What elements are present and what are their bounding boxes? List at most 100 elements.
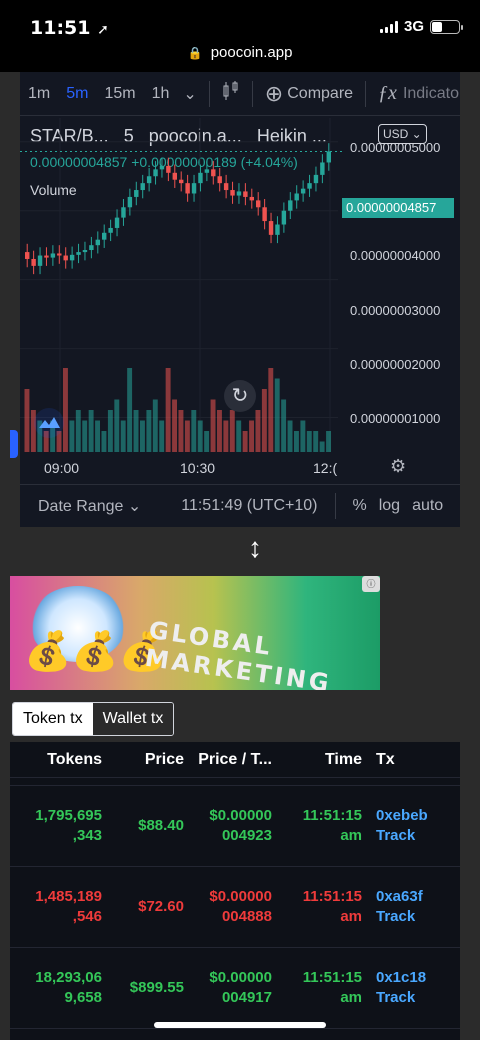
header-price-per-token[interactable]: Price / T... — [184, 751, 272, 769]
side-panel-handle[interactable] — [10, 430, 18, 458]
pt-line-1: $0.00000 — [209, 969, 272, 986]
tradingview-logo-icon[interactable] — [34, 408, 64, 438]
candle-body — [211, 169, 216, 177]
header-time[interactable]: Time — [272, 751, 362, 769]
url-text: poocoin.app — [210, 44, 293, 61]
candle-body — [179, 179, 184, 184]
volume-bar — [88, 410, 94, 452]
time-line-2: am — [340, 827, 362, 844]
candle-body — [108, 227, 113, 233]
gear-icon[interactable]: ⚙ — [390, 456, 406, 477]
tx-hash-link[interactable]: 0xa63f — [376, 887, 452, 907]
candle-body — [288, 200, 293, 211]
tx-hash-link[interactable]: 0xebeb — [376, 806, 452, 826]
chart-bottom-bar: Date Range ⌄ 11:51:49 (UTC+10) % log aut… — [20, 484, 460, 527]
ad-info-icon[interactable]: ⓘ — [362, 576, 380, 592]
time-cell: 11:51:15 am — [272, 968, 362, 1008]
y-tick-label: 0.00000005000 — [350, 140, 441, 155]
page: 1m 5m 15m 1h ⌄ ⊕ Compare ƒx Indicato STA… — [0, 72, 480, 1040]
pt-line-2: 004888 — [221, 908, 272, 925]
candle-body — [44, 255, 49, 258]
volume-bar — [159, 420, 165, 452]
candle-body — [300, 188, 306, 194]
volume-bar — [133, 410, 139, 452]
network-type: 3G — [403, 18, 424, 35]
y-tick-label: 0.00000003000 — [350, 303, 441, 318]
bottom-divider — [335, 493, 337, 519]
candle-body — [76, 252, 81, 255]
time-line-2: am — [340, 989, 362, 1006]
tab-token-tx[interactable]: Token tx — [13, 703, 93, 735]
candle-body — [146, 176, 152, 184]
x-tick-label: 09:00 — [44, 460, 80, 476]
volume-bar — [152, 399, 158, 452]
signal-icon — [379, 20, 398, 33]
volume-bar — [75, 410, 81, 452]
tokens-cell: 1,485,189 ,546 — [10, 887, 102, 927]
banner-logo-text: GLOBAL MARKETING — [143, 615, 334, 690]
table-row: 18,293,06 9,658 $899.55 $0.00000 004917 11… — [10, 948, 460, 1029]
currency-label: USD — [383, 127, 409, 141]
candle-body — [57, 253, 62, 256]
tx-hash-link[interactable]: 0x1c18 — [376, 968, 452, 988]
track-link[interactable]: Track — [376, 988, 452, 1008]
tokens-line-1: 1,485,189 — [35, 888, 102, 905]
volume-bar — [172, 399, 177, 452]
pt-line-2: 004917 — [221, 989, 272, 1006]
candle-body — [82, 250, 88, 253]
date-range-dropdown[interactable]: Date Range ⌄ — [38, 496, 141, 516]
tx-cell: 0xa63f Track — [362, 887, 452, 927]
lock-icon: 🔒 — [187, 46, 203, 60]
volume-bar — [217, 410, 222, 452]
tokens-cell: 18,293,06 9,658 — [10, 968, 102, 1008]
candle-body — [313, 174, 319, 184]
log-scale-toggle[interactable]: log — [379, 497, 400, 515]
status-bar: 11:51 ➚ 3G — [0, 0, 480, 44]
chart-clock[interactable]: 11:51:49 (UTC+10) — [181, 497, 317, 515]
candle-body — [198, 172, 203, 184]
volume-bar — [127, 368, 133, 452]
pt-line-2: 004923 — [221, 827, 272, 844]
candle-body — [114, 217, 120, 228]
x-tick-label: 10:30 — [180, 460, 216, 476]
volume-bar — [210, 399, 216, 452]
volume-bar — [281, 399, 287, 452]
track-link[interactable]: Track — [376, 907, 452, 927]
pt-line-1: $0.00000 — [209, 807, 272, 824]
price-chart-widget[interactable]: 1m 5m 15m 1h ⌄ ⊕ Compare ƒx Indicato STA… — [20, 72, 460, 527]
track-link[interactable]: Track — [376, 826, 452, 846]
header-price[interactable]: Price — [102, 751, 184, 769]
resize-vertical-icon[interactable]: ↕ — [248, 532, 262, 564]
volume-bar — [236, 420, 242, 452]
tab-wallet-tx[interactable]: Wallet tx — [92, 703, 174, 735]
candle-body — [217, 176, 222, 184]
location-arrow-icon: ➚ — [97, 22, 109, 38]
candle-body — [326, 151, 331, 163]
volume-bar — [197, 420, 203, 452]
table-header: Tokens Price Price / T... Time Tx — [10, 742, 460, 778]
tokens-line-1: 18,293,06 — [35, 969, 102, 986]
auto-scale-toggle[interactable]: auto — [412, 497, 443, 515]
home-indicator[interactable] — [154, 1022, 326, 1028]
time-cell: 11:51:15 am — [272, 887, 362, 927]
candle-body — [37, 255, 43, 266]
tx-tab-group: Token tx Wallet tx — [12, 702, 175, 736]
volume-bar — [184, 420, 190, 452]
volume-bar — [294, 431, 299, 452]
reset-chart-button[interactable]: ↻ — [224, 380, 256, 412]
volume-bar — [82, 420, 88, 452]
header-tokens[interactable]: Tokens — [10, 751, 102, 769]
tx-cell: 0xebeb Track — [362, 806, 452, 846]
tokens-line-2: ,343 — [72, 827, 102, 844]
percent-scale-toggle[interactable]: % — [352, 497, 366, 515]
ad-banner[interactable]: 💰💰💰 GLOBAL MARKETING — [10, 576, 380, 690]
y-tick-label: 0.00000004000 — [350, 248, 441, 263]
volume-bar — [268, 368, 274, 452]
time-cell: 11:51:15 am — [272, 806, 362, 846]
candle-body — [262, 207, 267, 222]
volume-bar — [249, 420, 254, 452]
volume-bar — [191, 410, 197, 452]
candle-body — [320, 162, 325, 175]
header-tx[interactable]: Tx — [362, 751, 452, 769]
url-bar[interactable]: 🔒 poocoin.app — [0, 44, 480, 72]
